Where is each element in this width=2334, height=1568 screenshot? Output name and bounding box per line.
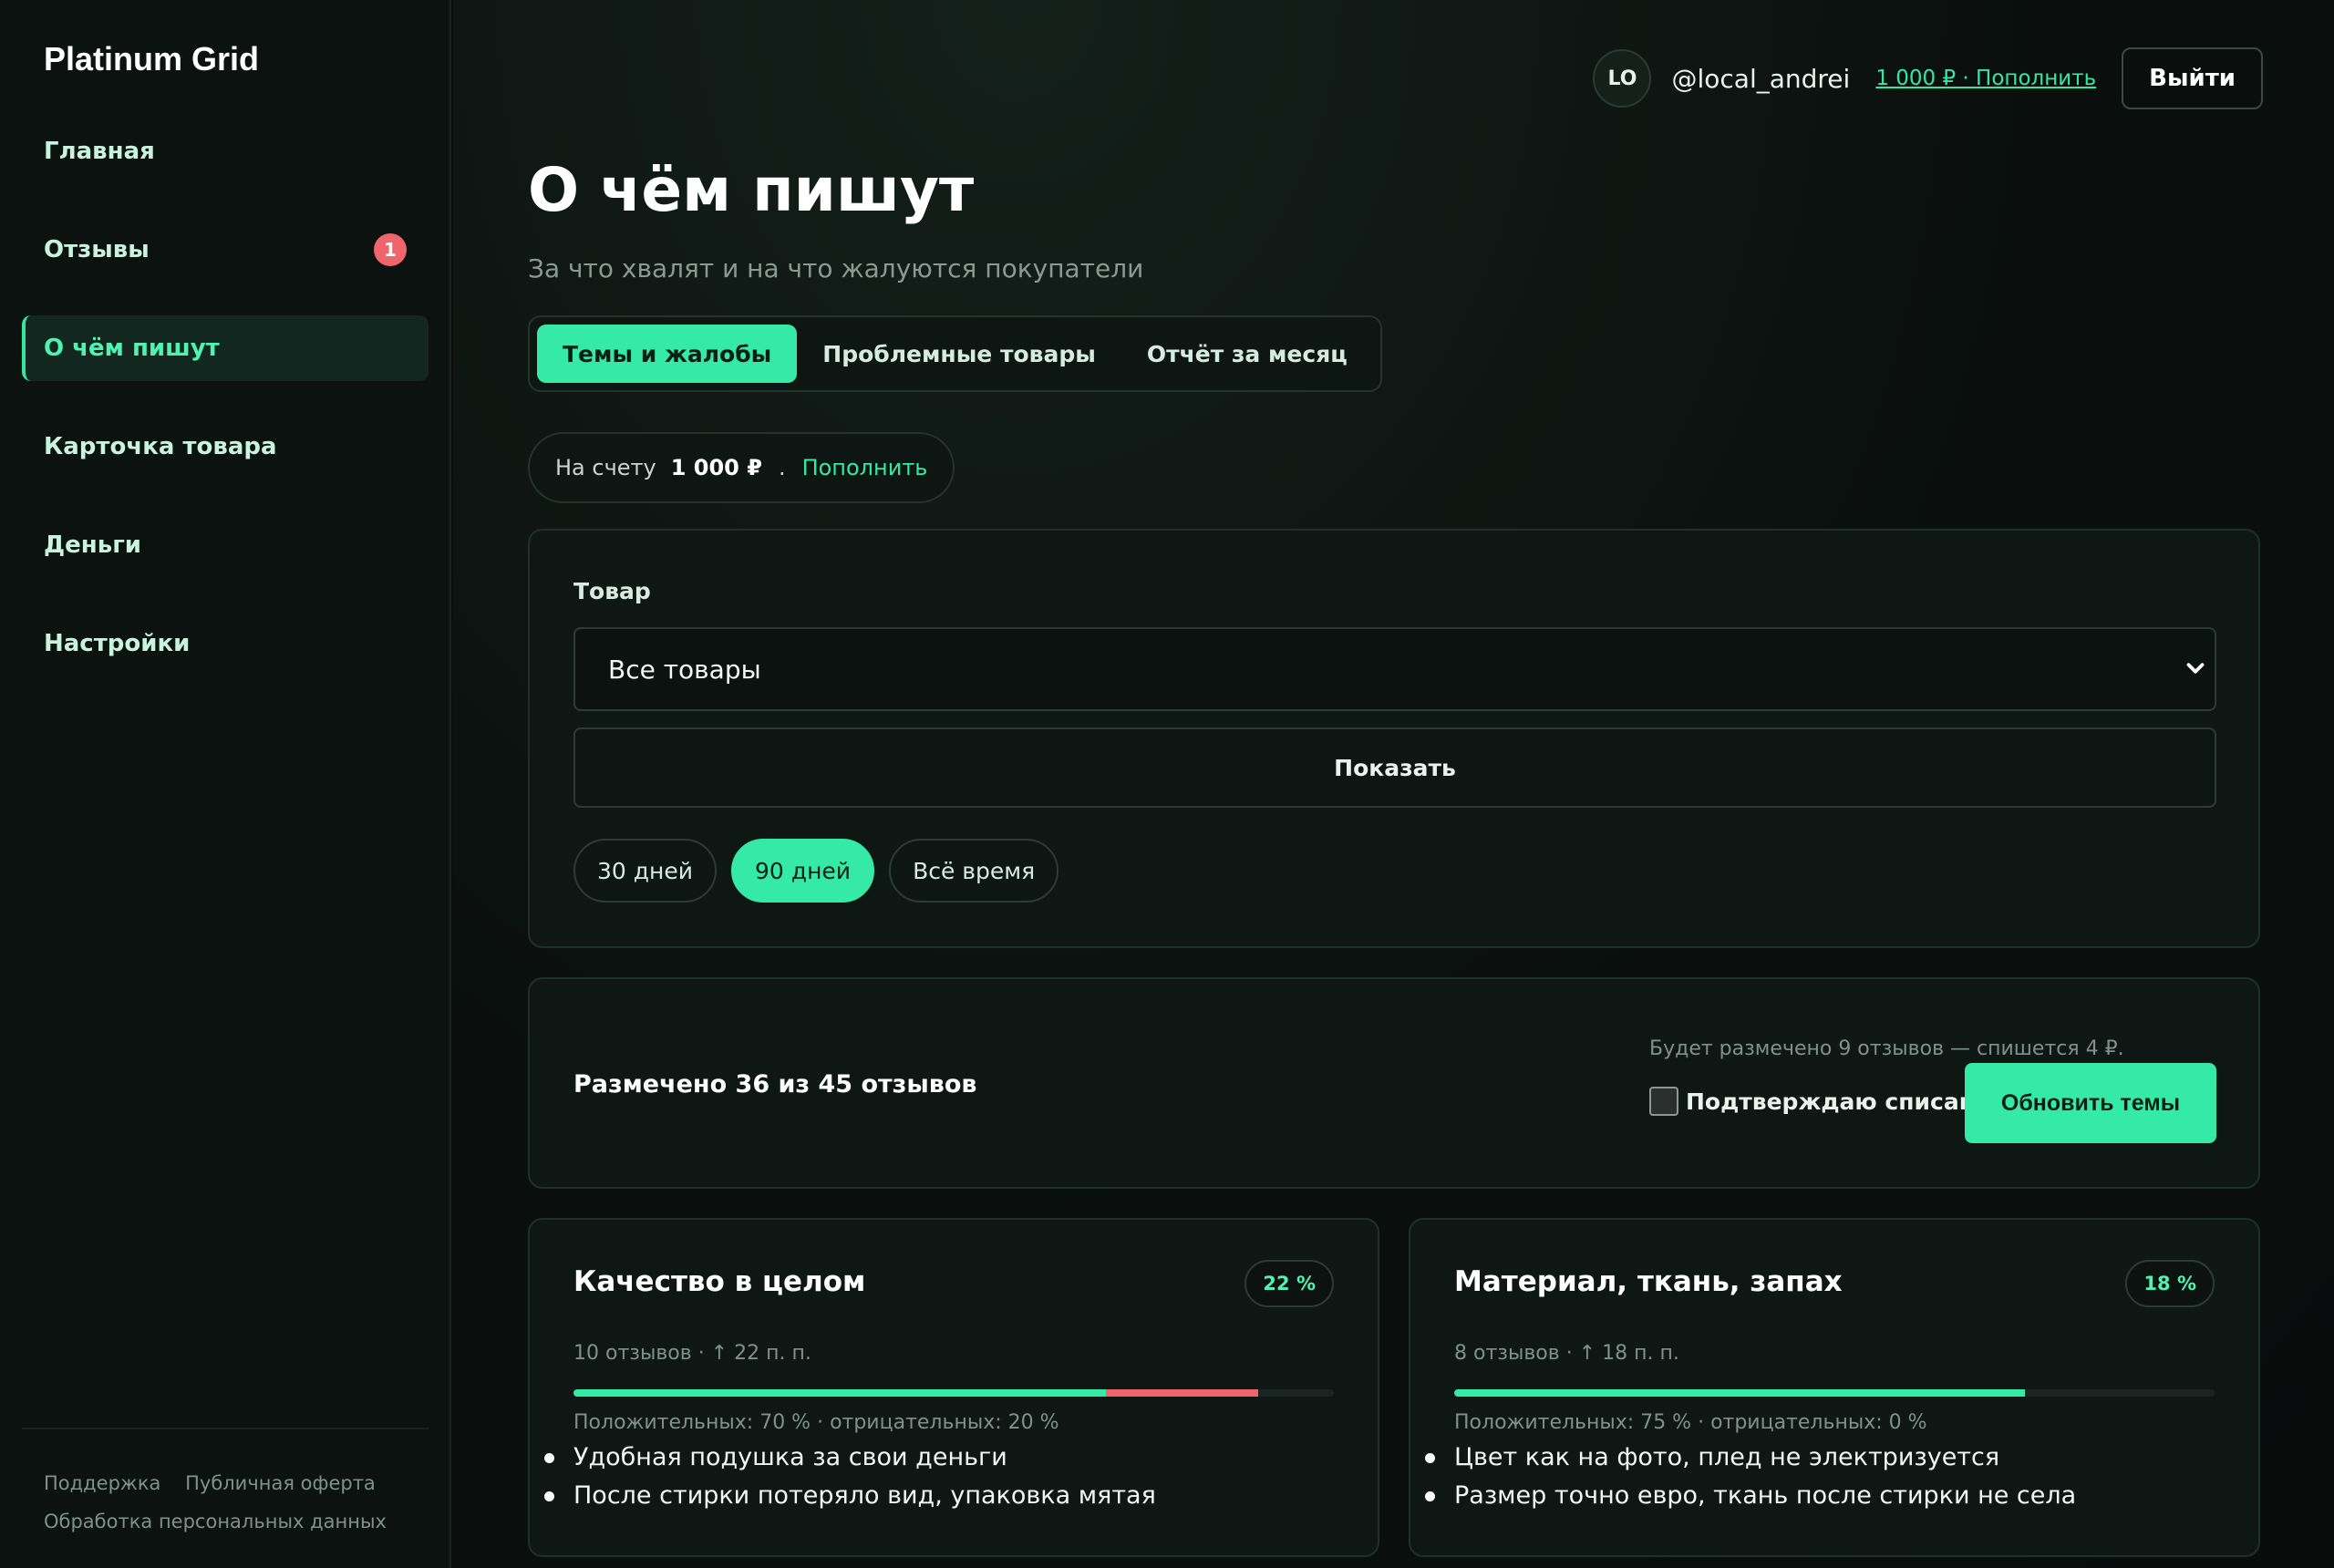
- quote-list: Цвет как на фото, плед не электризуется …: [1424, 1439, 2076, 1515]
- labeling-status-text: Размечено 36 из 45 отзывов: [573, 1070, 977, 1099]
- wallet-separator: .: [778, 455, 786, 480]
- list-item: Цвет как на фото, плед не электризуется: [1424, 1439, 2076, 1477]
- sidebar-item-label: О чём пишут: [44, 335, 220, 362]
- show-button[interactable]: Показать: [573, 727, 2216, 808]
- list-item: Размер точно евро, ткань после стирки не…: [1424, 1477, 2076, 1515]
- sidebar-item-label: Главная: [44, 138, 155, 165]
- balance-topup-link[interactable]: 1 000 ₽ · Пополнить: [1875, 67, 2096, 90]
- topic-title: Материал, ткань, запах: [1454, 1265, 1843, 1298]
- confirm-charge-label: Подтверждаю списание: [1686, 1088, 2007, 1115]
- negative-segment: [1105, 1389, 1258, 1397]
- positive-segment: [573, 1389, 1106, 1397]
- wallet-label: На счету: [555, 455, 656, 480]
- notification-badge: 1: [374, 233, 407, 266]
- sentiment-bar: [573, 1389, 1334, 1397]
- charge-note: Будет размечено 9 отзывов — спишется 4 ₽…: [1649, 1037, 2124, 1060]
- chevron-down-icon: [2186, 663, 2205, 674]
- tab-topics-complaints[interactable]: Темы и жалобы: [537, 325, 798, 383]
- logout-button[interactable]: Выйти: [2122, 47, 2263, 109]
- positive-segment: [1454, 1389, 2025, 1397]
- topic-share-badge: 22 %: [1244, 1260, 1334, 1307]
- wallet-topup-link[interactable]: Пополнить: [802, 455, 928, 480]
- brand-logo[interactable]: Platinum Grid: [44, 40, 259, 78]
- sidebar-item-label: Отзывы: [44, 236, 150, 263]
- sidebar-item-label: Настройки: [44, 630, 191, 657]
- list-item: Удобная подушка за свои деньги: [544, 1439, 1156, 1477]
- product-field-label: Товар: [573, 578, 651, 604]
- period-30-days[interactable]: 30 дней: [573, 839, 718, 903]
- tab-problem-products[interactable]: Проблемные товары: [797, 325, 1121, 383]
- sidebar-item-settings[interactable]: Настройки: [22, 611, 429, 676]
- topic-title: Качество в целом: [573, 1265, 866, 1298]
- sidebar: Platinum Grid Главная Отзывы 1 О чём пиш…: [0, 0, 451, 1568]
- username: @local_andrei: [1671, 63, 1851, 94]
- product-select[interactable]: Все товары: [573, 627, 2216, 711]
- topic-card: Материал, ткань, запах 18 % 8 отзывов · …: [1409, 1218, 2260, 1557]
- filter-card: Товар Все товары Показать 30 дней 90 дне…: [528, 529, 2260, 948]
- sidebar-item-label: Карточка товара: [44, 433, 277, 460]
- main-content: LO @local_andrei 1 000 ₽ · Пополнить Вый…: [453, 0, 2334, 1568]
- update-topics-button[interactable]: Обновить темы: [1965, 1063, 2216, 1143]
- topic-meta: 8 отзывов · ↑ 18 п. п.: [1454, 1342, 1679, 1365]
- privacy-link[interactable]: Обработка персональных данных: [44, 1511, 387, 1532]
- wallet-amount: 1 000 ₽: [670, 455, 762, 480]
- sentiment-bar: [1454, 1389, 2215, 1397]
- topbar: LO @local_andrei 1 000 ₽ · Пополнить Вый…: [1593, 47, 2263, 109]
- list-item: После стирки потеряло вид, упаковка мята…: [544, 1477, 1156, 1515]
- wallet-balance: На счету 1 000 ₽ . Пополнить: [528, 432, 955, 503]
- confirm-charge-checkbox[interactable]: Подтверждаю списание: [1649, 1087, 2006, 1116]
- period-selector: 30 дней 90 дней Всё время: [573, 839, 1073, 903]
- topic-card: Качество в целом 22 % 10 отзывов · ↑ 22 …: [528, 1218, 1379, 1557]
- quote-list: Удобная подушка за свои деньги После сти…: [544, 1439, 1156, 1515]
- tab-monthly-report[interactable]: Отчёт за месяц: [1121, 325, 1373, 383]
- support-link[interactable]: Поддержка: [44, 1472, 160, 1494]
- page-title: О чём пишут: [528, 155, 975, 225]
- avatar[interactable]: LO: [1593, 49, 1652, 108]
- topic-share-badge: 18 %: [2125, 1260, 2215, 1307]
- labeling-status-card: Размечено 36 из 45 отзывов Будет размече…: [528, 977, 2260, 1189]
- app: Platinum Grid Главная Отзывы 1 О чём пиш…: [0, 0, 2334, 1568]
- period-all-time[interactable]: Всё время: [889, 839, 1059, 903]
- tab-bar: Темы и жалобы Проблемные товары Отчёт за…: [528, 315, 1382, 392]
- sentiment-split: Положительных: 75 % · отрицательных: 0 %: [1454, 1411, 1927, 1434]
- sidebar-item-product-card[interactable]: Карточка товара: [22, 414, 429, 480]
- checkbox-box[interactable]: [1649, 1087, 1678, 1116]
- sentiment-split: Положительных: 70 % · отрицательных: 20 …: [573, 1411, 1059, 1434]
- public-offer-link[interactable]: Публичная оферта: [185, 1472, 376, 1494]
- sidebar-item-topics[interactable]: О чём пишут: [22, 315, 429, 381]
- sidebar-item-home[interactable]: Главная: [22, 119, 429, 184]
- sidebar-item-label: Деньги: [44, 531, 141, 559]
- sidebar-item-reviews[interactable]: Отзывы 1: [22, 217, 429, 283]
- sidebar-footer: Поддержка Публичная оферта Обработка пер…: [22, 1428, 429, 1541]
- product-select-value: Все товары: [608, 654, 761, 685]
- topic-meta: 10 отзывов · ↑ 22 п. п.: [573, 1342, 811, 1365]
- period-90-days[interactable]: 90 дней: [731, 839, 875, 903]
- sidebar-nav: Главная Отзывы 1 О чём пишут Карточка то…: [22, 119, 429, 709]
- page-subtitle: За что хвалят и на что жалуются покупате…: [528, 253, 1144, 284]
- sidebar-item-money[interactable]: Деньги: [22, 512, 429, 578]
